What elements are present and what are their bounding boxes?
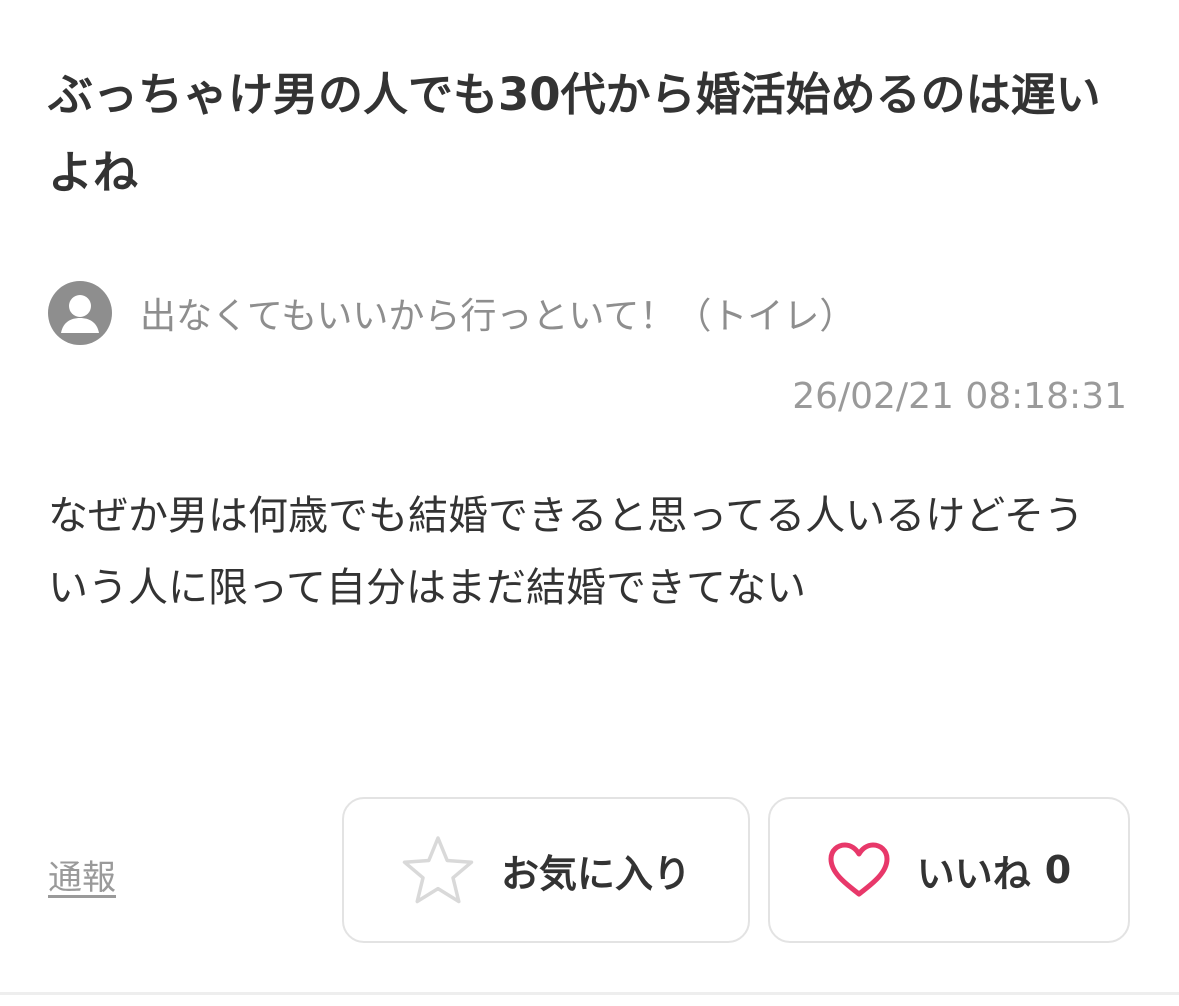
- author-name: 出なくてもいいから行っといて！（トイレ）: [140, 296, 856, 337]
- favorite-button[interactable]: お気に入り: [342, 797, 750, 943]
- report-link[interactable]: 通報: [48, 850, 116, 899]
- post-timestamp: 26/02/21 08:18:31: [792, 376, 1127, 417]
- author-row: 出なくてもいいから行っといて！（トイレ）: [48, 280, 855, 346]
- post-detail: ぶっちゃけ男の人でも30代から婚活始めるのは遅いよね 出なくてもいいから行っとい…: [0, 0, 1179, 1006]
- user-avatar-icon: [48, 281, 112, 345]
- favorite-label: お気に入り: [500, 851, 691, 896]
- post-title: ぶっちゃけ男の人でも30代から婚活始めるのは遅いよね: [48, 68, 1101, 199]
- like-label: いいね: [916, 851, 1031, 896]
- star-outline-icon: [401, 834, 475, 906]
- divider: [0, 992, 1179, 995]
- heart-outline-icon: [827, 841, 891, 899]
- like-button[interactable]: いいね 0: [768, 797, 1130, 943]
- like-count: 0: [1044, 848, 1072, 892]
- post-body: なぜか男は何歳でも結婚できると思ってる人いるけどそういう人に限って自分はまだ結婚…: [48, 493, 1084, 611]
